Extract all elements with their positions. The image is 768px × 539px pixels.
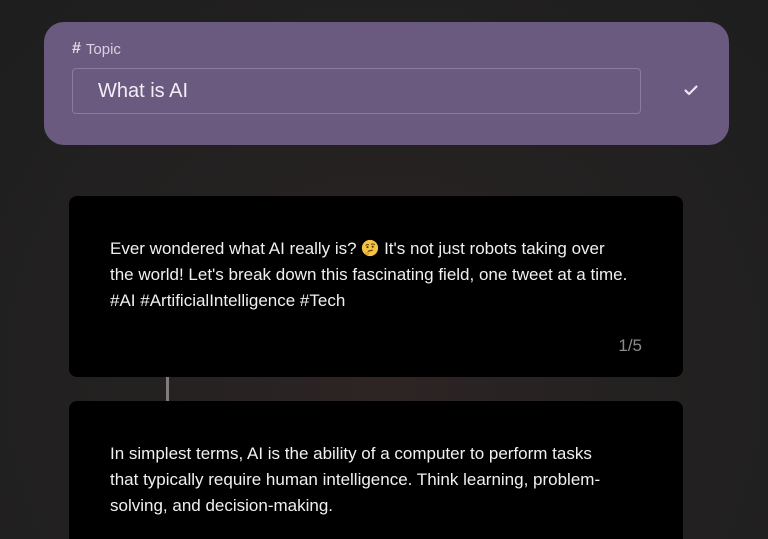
confirm-button[interactable] — [678, 77, 704, 103]
topic-label: Topic — [85, 40, 121, 58]
thinking-face-emoji — [362, 239, 379, 257]
hash-icon: # — [72, 40, 81, 57]
check-icon — [684, 85, 698, 96]
topic-label-row: # Topic — [72, 40, 121, 58]
tweet-text-part: Ever wondered what AI really is? — [110, 239, 362, 258]
tweet-card-2[interactable]: In simplest terms, AI is the ability of … — [69, 401, 683, 539]
tweet-text-1: Ever wondered what AI really is? It's no… — [110, 236, 643, 314]
topic-card: # Topic — [44, 22, 729, 145]
thread-connector — [166, 377, 169, 401]
tweet-counter: 1/5 — [618, 336, 642, 355]
topic-input[interactable] — [72, 68, 641, 114]
tweet-card-1[interactable]: Ever wondered what AI really is? It's no… — [69, 196, 683, 377]
tweet-text-2: In simplest terms, AI is the ability of … — [110, 444, 601, 515]
